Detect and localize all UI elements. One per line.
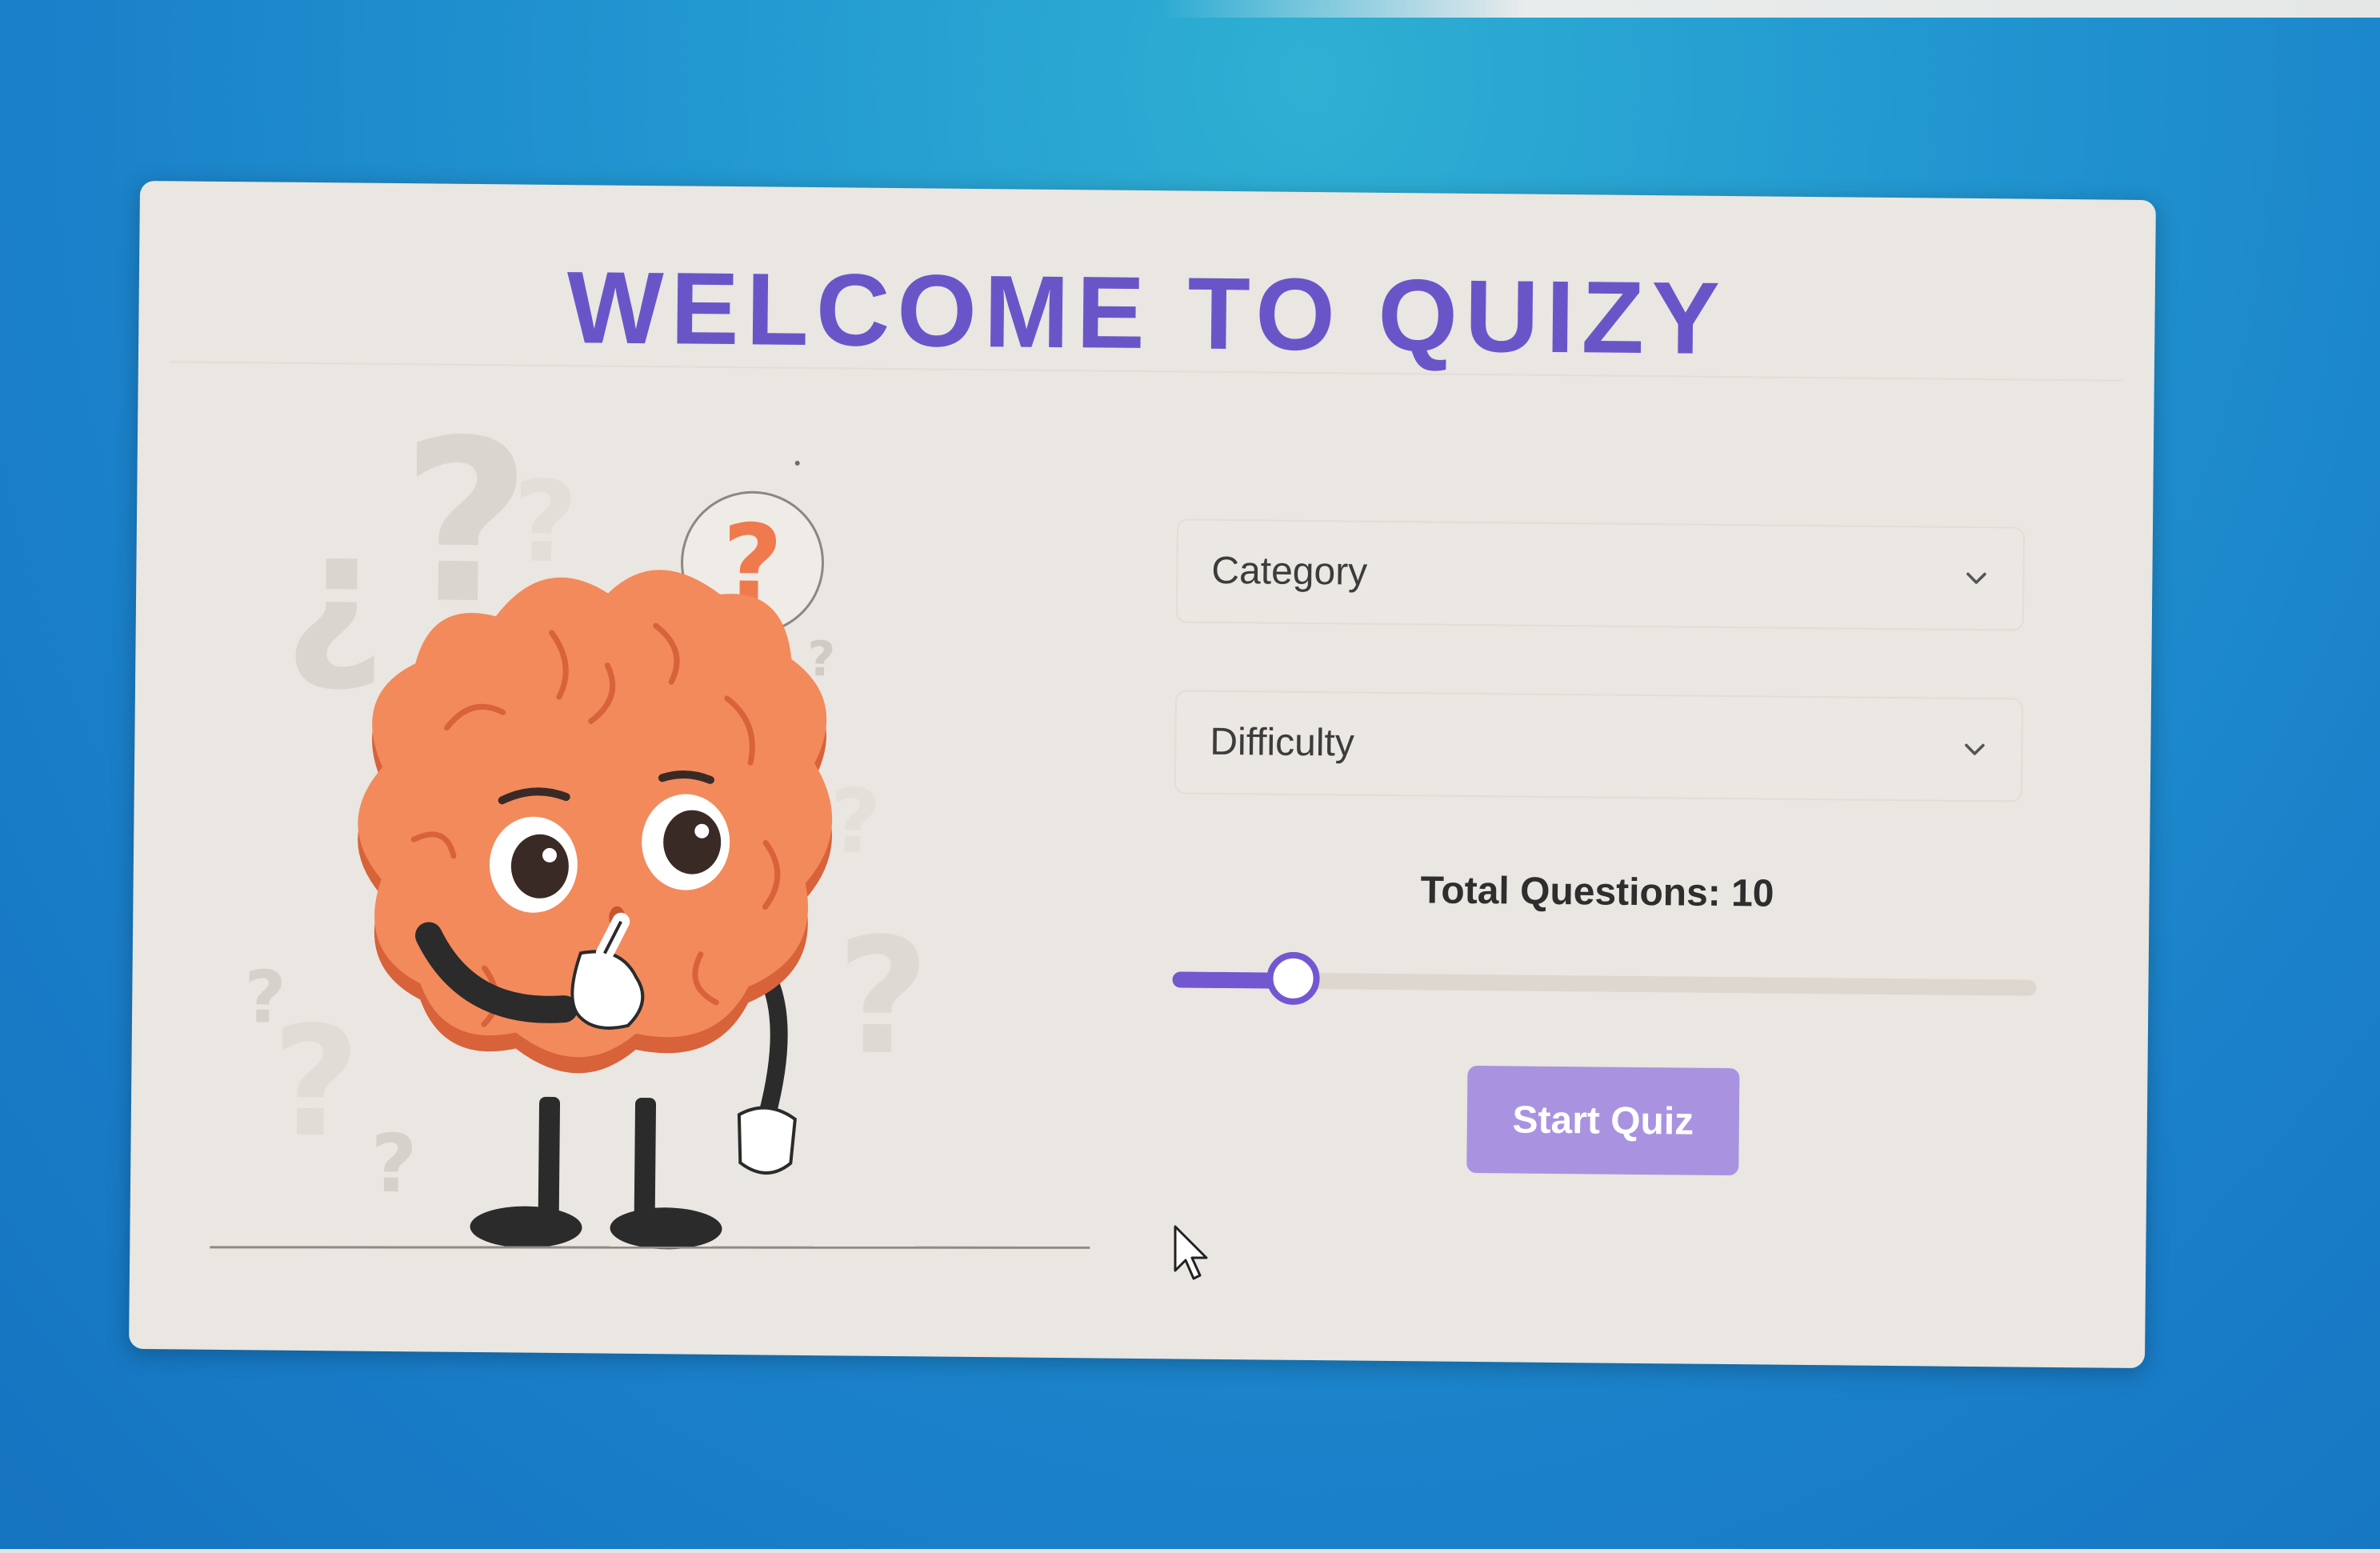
category-select-label: Category [1211, 549, 1368, 594]
svg-text:¿: ¿ [283, 491, 387, 697]
svg-text:?: ? [835, 903, 930, 1091]
chevron-down-icon [1960, 734, 1989, 763]
difficulty-select[interactable]: Difficulty [1174, 690, 2023, 803]
mouse-pointer-icon [1173, 1224, 1213, 1282]
difficulty-select-label: Difficulty [1210, 720, 1355, 765]
total-questions-label: Total Questions: 10 [1420, 869, 1774, 915]
svg-text:?: ? [270, 994, 360, 1171]
svg-text:?: ? [830, 770, 882, 873]
background-window-strip [1160, 0, 2380, 18]
question-count-slider[interactable] [1172, 951, 2037, 1015]
chevron-down-icon [1962, 563, 1990, 592]
category-select[interactable]: Category [1175, 518, 2026, 631]
screen: WELCOME TO QUIZY ? ¿ ? ? ? ? ? ? ? ? Cat… [0, 0, 2380, 1553]
page-title: WELCOME TO QUIZY [566, 250, 1728, 376]
quiz-setup-card: WELCOME TO QUIZY ? ¿ ? ? ? ? ? ? ? ? Cat… [129, 180, 2156, 1369]
bottom-bezel [0, 1549, 2380, 1553]
thinking-brain-illustration: ? ¿ ? ? ? ? ? ? ? ? [202, 390, 1210, 1279]
svg-text:?: ? [370, 1117, 418, 1211]
svg-text:?: ? [512, 457, 578, 588]
start-quiz-button[interactable]: Start Quiz [1466, 1065, 1740, 1176]
slider-thumb[interactable] [1266, 951, 1320, 1006]
